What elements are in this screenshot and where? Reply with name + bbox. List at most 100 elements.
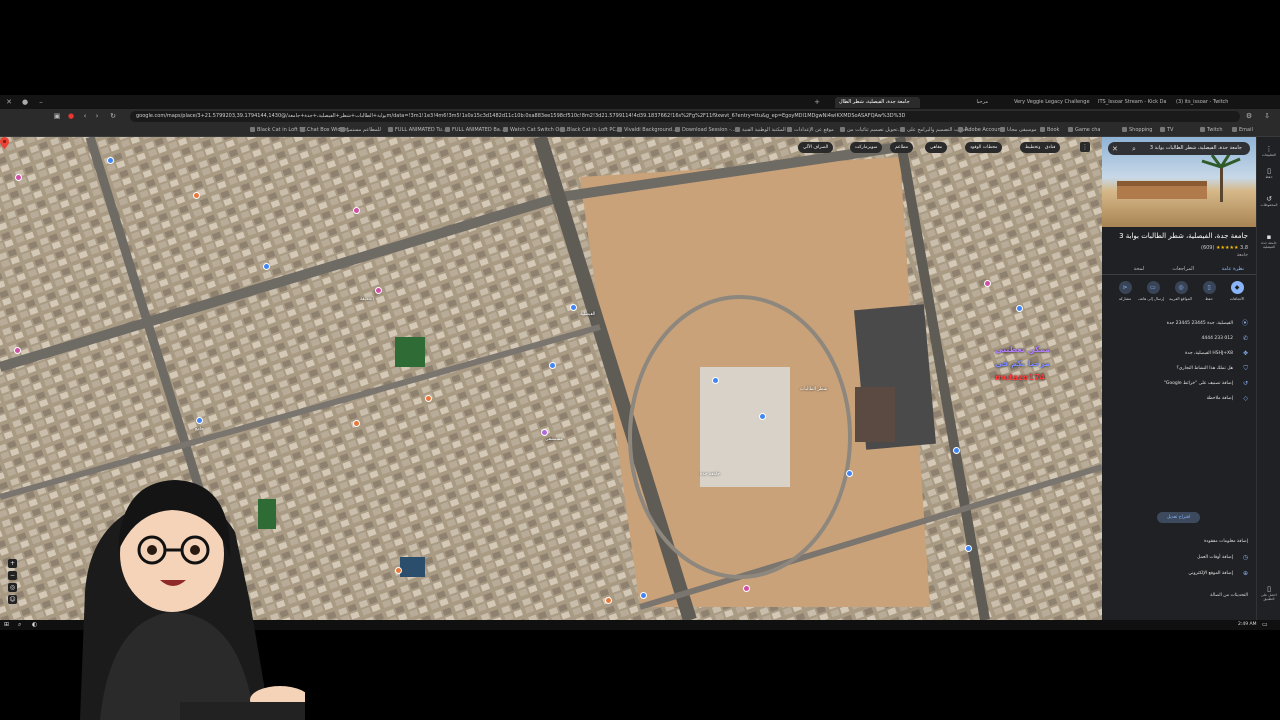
tab-reviews[interactable]: المراجعات [1172, 266, 1194, 272]
chip-hotels[interactable]: فنادق [1040, 142, 1061, 153]
selected-place-pin-icon[interactable] [0, 137, 9, 149]
poi-pin[interactable] [14, 347, 21, 354]
bookmark-item[interactable]: Email [1232, 127, 1253, 133]
poi-pin[interactable] [743, 585, 750, 592]
bookmark-item[interactable]: Vivaldi Background... [617, 127, 677, 133]
poi-pin[interactable] [425, 395, 432, 402]
poi-pin[interactable] [1016, 305, 1023, 312]
rating-row[interactable]: 3.8 ★★★★★ (609) [1201, 245, 1248, 251]
poi-pin[interactable] [549, 362, 556, 369]
rail-get-app[interactable]: ▯ احصل على التطبيق [1259, 585, 1279, 601]
reload-icon[interactable]: ↻ [108, 111, 118, 122]
tab-overview[interactable]: نظرة عامة [1222, 266, 1244, 272]
poi-pin[interactable] [193, 192, 200, 199]
poi-pin[interactable] [263, 263, 270, 270]
bookmark-item[interactable]: المكتبة الوطنية الفنية [735, 127, 786, 133]
poi-pin[interactable] [605, 597, 612, 604]
poi-pin[interactable] [375, 287, 382, 294]
poi-pin[interactable] [759, 413, 766, 420]
nearby-button[interactable]: ◎ المواقع القريبة [1169, 281, 1192, 301]
rail-recent-place[interactable]: ▪ جامعة جدة الفيصلية [1259, 233, 1279, 249]
poi-pin[interactable] [15, 174, 22, 181]
directions-button[interactable]: ◆ الاتجاهات [1226, 281, 1248, 301]
street-view-icon[interactable]: ☺ [8, 595, 17, 604]
vivaldi-icon[interactable]: ● [66, 111, 76, 122]
poi-pin[interactable] [541, 429, 548, 436]
minimize-icon[interactable]: – [36, 97, 46, 107]
chip-gas[interactable]: محطات الوقود [965, 142, 1003, 153]
close-window-icon[interactable]: ✕ [4, 97, 14, 107]
poi-pin[interactable] [984, 280, 991, 287]
bookmark-item[interactable]: Adobe Account [958, 127, 1003, 133]
forward-icon[interactable]: › [92, 111, 102, 122]
notification-icon[interactable]: ▭ [1262, 621, 1268, 628]
back-icon[interactable]: ‹ [80, 111, 90, 122]
windows-start-icon[interactable]: ⊞ [4, 621, 9, 628]
bookmark-item[interactable]: TV [1160, 127, 1173, 133]
poi-pin[interactable] [353, 207, 360, 214]
bookmark-item[interactable]: Shopping [1122, 127, 1152, 133]
add-website-row[interactable]: ⊕ إضافة الموقع الإلكتروني [1110, 569, 1248, 579]
tab-marhaba[interactable]: مرحبا [928, 97, 992, 108]
add-note-row[interactable]: ◇ إضافة ملاحظة [1110, 394, 1248, 404]
bookmark-item[interactable]: تحويل تصميم ثنائيات من... [840, 127, 902, 133]
phone-row[interactable]: ✆ 012 233 4444 [1110, 334, 1248, 344]
rail-history[interactable]: ↺ المحفوظات [1259, 195, 1279, 207]
tab-kick-dashboard[interactable]: ITS_Issoar Stream - Kick Dashb [1094, 97, 1166, 108]
bookmark-item[interactable]: Watch Cat Switch On... [503, 127, 567, 133]
extensions-icon[interactable]: ⚙ [1244, 111, 1254, 122]
search-input[interactable]: جامعة جدة، الفيصلية، شطر الطالبات بوابة … [1108, 142, 1250, 155]
rail-apps[interactable]: ⋮ التطبيقات [1259, 145, 1279, 157]
add-hours-row[interactable]: ◷ إضافة أوقات العمل [1110, 553, 1248, 563]
more-icon[interactable]: ⋮ [1080, 142, 1090, 152]
send-to-phone-button[interactable]: ▭ إرسال إلى هاتف [1138, 281, 1164, 301]
download-icon[interactable]: ⇩ [1262, 111, 1272, 122]
poi-pin[interactable] [395, 567, 402, 574]
address-row[interactable]: ⦿ الفيصلية، جدة 23445 23445 جدة [1110, 319, 1248, 329]
review-count[interactable]: (609) [1201, 245, 1214, 251]
bookmark-item[interactable]: Black Cat in Loft PC... [560, 127, 621, 133]
suggest-edit-button[interactable]: اقتراح تعديل [1157, 512, 1200, 523]
poi-pin[interactable] [353, 420, 360, 427]
bookmark-item[interactable]: للمطاعم مستمر [340, 127, 381, 133]
zoom-out-icon[interactable]: − [8, 571, 17, 580]
plus-code-row[interactable]: ✥ HSHJ+X8 الفيصلية، جدة [1110, 349, 1248, 359]
bookmark-item[interactable]: FULL ANIMATED Ba... [445, 127, 505, 133]
address-bar[interactable]: google.com/maps/place/3+بوابة+الطالبات+ش… [130, 111, 1240, 122]
tab-about[interactable]: لمحة [1134, 266, 1144, 272]
poi-pin[interactable] [712, 377, 719, 384]
search-icon[interactable]: ⌕ [1132, 145, 1136, 154]
sidebar-toggle-icon[interactable]: ▣ [52, 111, 62, 122]
share-button[interactable]: ⋖ مشاركة [1114, 281, 1136, 301]
search-icon[interactable]: ⌕ [18, 621, 21, 629]
compass-icon[interactable]: ◎ [8, 583, 17, 592]
chip-cafes[interactable]: مقاهي [925, 142, 948, 153]
place-category[interactable]: جامعة [1237, 253, 1248, 258]
tab-very-veggie[interactable]: Very Veggie Legacy Challenge [1010, 97, 1090, 108]
chip-restaurants[interactable]: مطاعم [890, 142, 914, 153]
poi-pin[interactable] [965, 545, 972, 552]
add-label-row[interactable]: ↺ إضافة تصنيف على "خرائط Google" [1110, 379, 1248, 389]
bookmark-item[interactable]: Book [1040, 127, 1059, 133]
poi-pin[interactable] [640, 592, 647, 599]
rail-saved[interactable]: ▯ حفظ [1259, 167, 1279, 179]
window-settings-icon[interactable]: ● [20, 97, 30, 107]
poi-pin[interactable] [196, 417, 203, 424]
bookmark-item[interactable]: موقع عن الإعدادات [787, 127, 834, 133]
bookmark-item[interactable]: Game cha [1068, 127, 1100, 133]
clock[interactable]: 2:49 AM [1238, 622, 1257, 627]
close-icon[interactable]: ✕ [1112, 145, 1118, 153]
claim-business-row[interactable]: ⛉ هل تملك هذا النشاط التجاري؟ [1110, 364, 1249, 374]
task-view-icon[interactable]: ◐ [32, 621, 37, 628]
poi-pin[interactable] [570, 304, 577, 311]
zoom-in-icon[interactable]: + [8, 559, 17, 568]
bookmark-item[interactable]: FULL ANIMATED Tu... [388, 127, 447, 133]
poi-pin[interactable] [846, 470, 853, 477]
chip-atm[interactable]: الصراف الآلي [798, 142, 834, 153]
save-button[interactable]: ▯ حفظ [1198, 281, 1220, 301]
tab-google-maps[interactable]: جامعة جدة، الفيصلية، شطر الطال [835, 97, 920, 108]
bookmark-item[interactable]: موسيقى مجانا [1000, 127, 1037, 133]
tab-twitch[interactable]: (3) its_issoar - Twitch [1172, 97, 1244, 108]
poi-pin[interactable] [953, 447, 960, 454]
new-tab-icon[interactable]: + [812, 97, 822, 107]
